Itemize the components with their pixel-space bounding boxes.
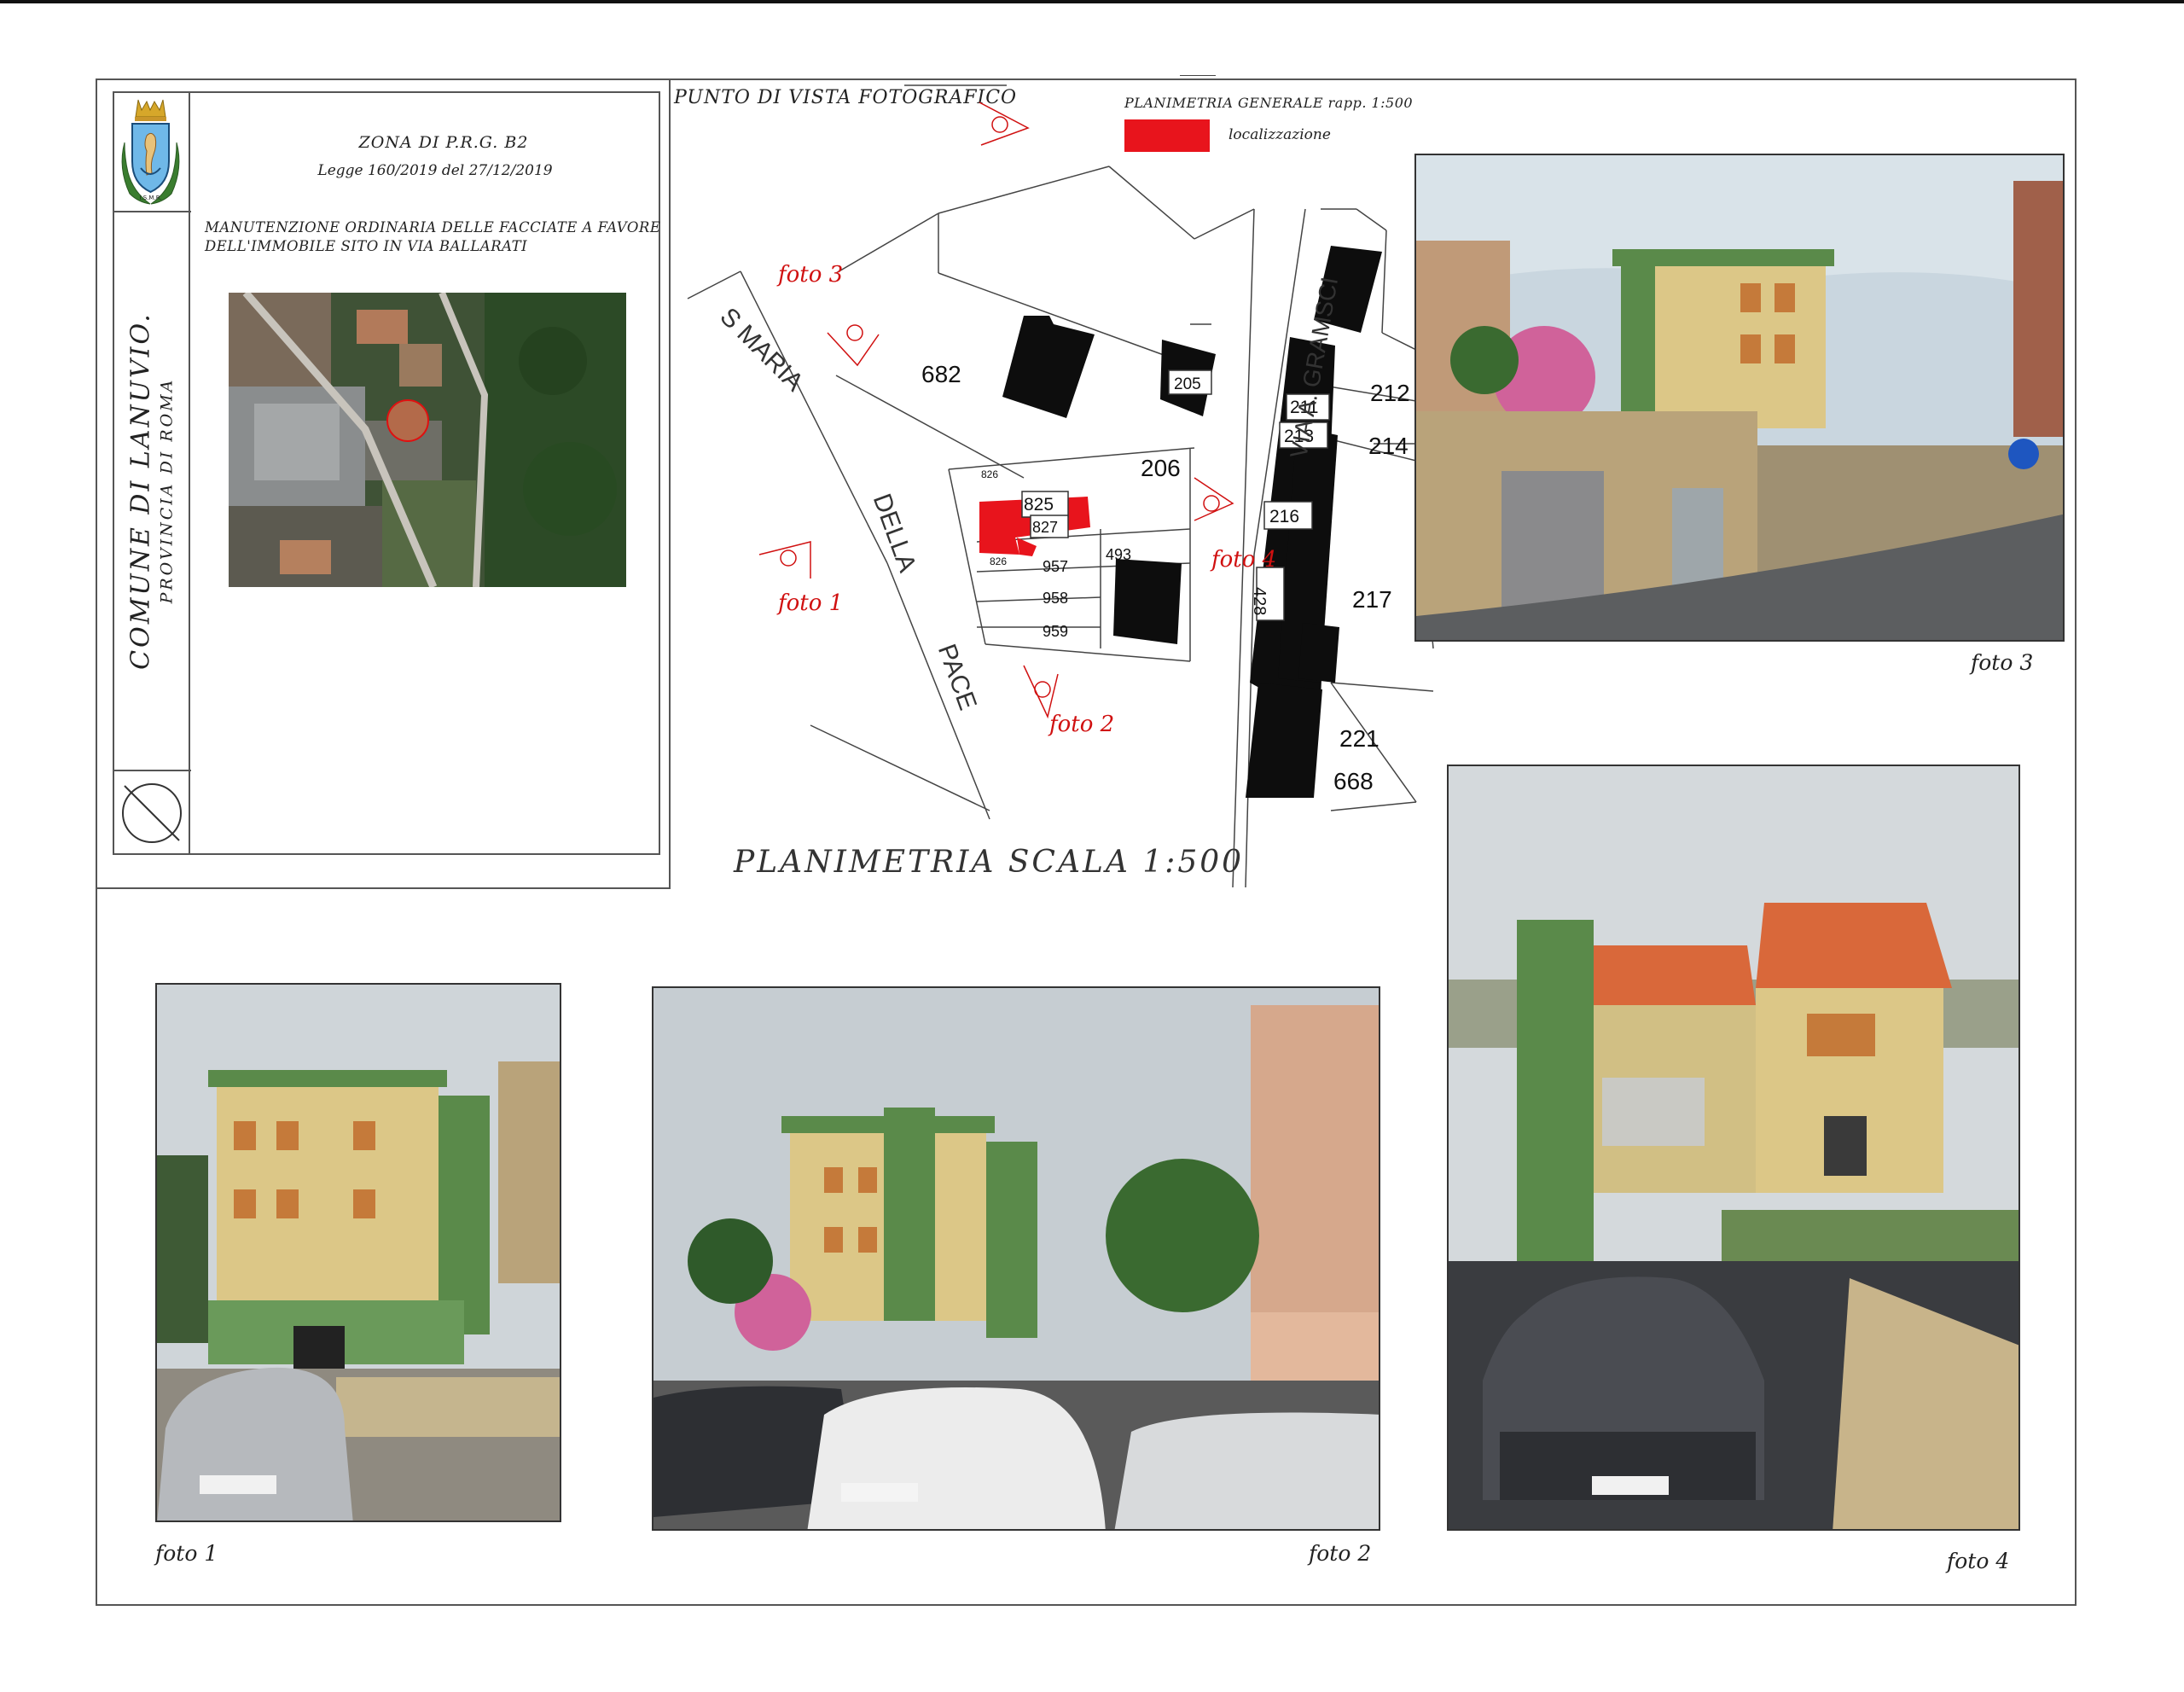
photo-3 <box>1414 154 2065 642</box>
comune-name: COMUNE DI LANUVIO. <box>125 311 155 670</box>
viewpoint-foto-2: foto 2 <box>1048 712 1114 737</box>
satellite-image <box>229 293 626 587</box>
svg-text:216: 216 <box>1269 507 1299 526</box>
caption-foto-2: foto 2 <box>1309 1541 1372 1566</box>
viewpoint-foto-4: foto 4 <box>1210 547 1276 573</box>
svg-text:205: 205 <box>1174 375 1201 393</box>
planimetria-title: PLANIMETRIA SCALA 1:500 <box>734 845 1245 880</box>
svg-text:825: 825 <box>1024 495 1054 515</box>
legge-reference: Legge 160/2019 del 27/12/2019 <box>317 162 553 179</box>
svg-text:221: 221 <box>1339 725 1380 752</box>
svg-text:PACE: PACE <box>932 641 982 714</box>
svg-text:206: 206 <box>1141 455 1181 481</box>
cadastral-map: 682 205 206 211 213 212 214 216 217 221 … <box>671 74 1438 894</box>
photo-2 <box>652 986 1380 1531</box>
comune-vertical-label: COMUNE DI LANUVIO. PROVINCIA DI ROMA <box>113 213 189 768</box>
caption-foto-1: foto 1 <box>155 1541 218 1566</box>
viewpoint-foto-3: foto 3 <box>776 262 843 288</box>
svg-text:S MARIA: S MARIA <box>714 302 809 397</box>
svg-text:493: 493 <box>1106 546 1131 563</box>
svg-text:827: 827 <box>1032 519 1058 536</box>
svg-text:428: 428 <box>1250 587 1269 615</box>
svg-text:682: 682 <box>921 361 961 387</box>
svg-text:957: 957 <box>1043 558 1068 575</box>
caption-foto-3: foto 3 <box>1971 650 2034 675</box>
photo-4 <box>1447 765 2020 1531</box>
svg-text:826: 826 <box>981 468 998 480</box>
municipal-crest-logo: I.S.M.R. <box>113 91 189 211</box>
project-description: MANUTENZIONE ORDINARIA DELLE FACCIATE A … <box>205 218 665 256</box>
description-line-1: MANUTENZIONE ORDINARIA DELLE FACCIATE A … <box>205 219 661 235</box>
photo-1 <box>155 983 561 1522</box>
svg-text:217: 217 <box>1352 586 1392 613</box>
caption-foto-4: foto 4 <box>1947 1549 2010 1573</box>
svg-text:212: 212 <box>1370 380 1410 406</box>
svg-text:DELLA: DELLA <box>868 490 922 576</box>
provincia-name: PROVINCIA DI ROMA <box>157 377 176 604</box>
svg-text:I.S.M.R.: I.S.M.R. <box>139 195 161 201</box>
viewpoint-foto-1: foto 1 <box>776 590 843 616</box>
svg-text:958: 958 <box>1043 590 1068 607</box>
description-line-2: DELL'IMMOBILE SITO IN VIA BALLARATI <box>205 238 528 254</box>
svg-text:826: 826 <box>990 555 1007 567</box>
svg-text:668: 668 <box>1333 768 1374 794</box>
north-symbol <box>119 781 184 846</box>
top-border <box>0 0 2184 3</box>
zona-prg-title: ZONA DI P.R.G. B2 <box>358 133 529 152</box>
svg-text:214: 214 <box>1368 433 1409 459</box>
svg-text:959: 959 <box>1043 623 1068 640</box>
